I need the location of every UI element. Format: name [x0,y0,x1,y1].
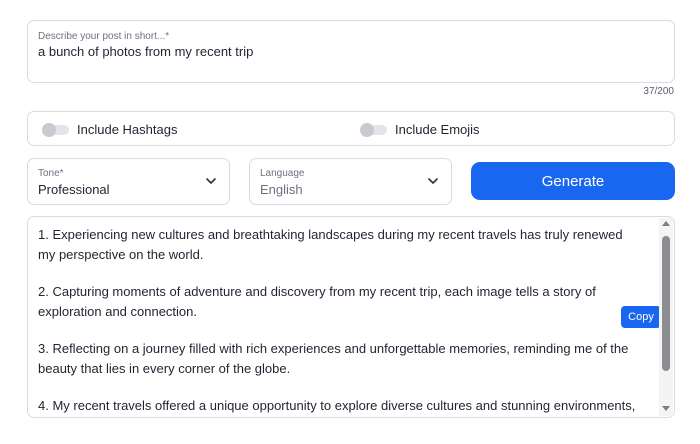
toggle-knob [42,122,56,137]
tone-select[interactable]: Tone* Professional [27,158,230,205]
toggle-knob [360,122,374,137]
output-scrollbar[interactable] [659,218,673,416]
toggle-options-box: Include Hashtags Include Emojis [27,111,675,146]
generated-output-content: 1. Experiencing new cultures and breatht… [38,225,643,417]
include-emojis-option[interactable]: Include Emojis [360,112,480,147]
copy-button[interactable]: Copy [621,306,661,328]
output-paragraph: 4. My recent travels offered a unique op… [38,398,636,413]
language-value: English [260,182,303,197]
language-select[interactable]: Language English [249,158,452,205]
arrow-down-icon[interactable] [662,406,670,411]
include-hashtags-option[interactable]: Include Hashtags [42,112,178,147]
chevron-down-icon [428,178,438,184]
output-paragraph: 3. Reflecting on a journey filled with r… [38,341,629,376]
include-emojis-label: Include Emojis [395,122,480,137]
include-hashtags-toggle[interactable] [42,122,69,137]
output-paragraph: 2. Capturing moments of adventure and di… [38,284,596,319]
post-description-field[interactable]: Describe your post in short...* a bunch … [27,20,675,83]
character-counter: 37/200 [643,86,674,97]
language-label: Language [260,168,305,179]
arrow-up-icon[interactable] [662,221,670,226]
include-emojis-toggle[interactable] [360,122,387,137]
tone-label: Tone* [38,168,64,179]
scrollbar-thumb[interactable] [662,236,670,371]
post-description-value[interactable]: a bunch of photos from my recent trip [38,44,253,59]
post-description-label: Describe your post in short...* [38,31,170,42]
output-paragraph: 1. Experiencing new cultures and breatht… [38,227,623,262]
generate-button[interactable]: Generate [471,162,675,200]
chevron-down-icon [206,178,216,184]
include-hashtags-label: Include Hashtags [77,122,178,137]
generated-output-box[interactable]: 1. Experiencing new cultures and breatht… [27,216,675,418]
tone-value: Professional [38,182,110,197]
